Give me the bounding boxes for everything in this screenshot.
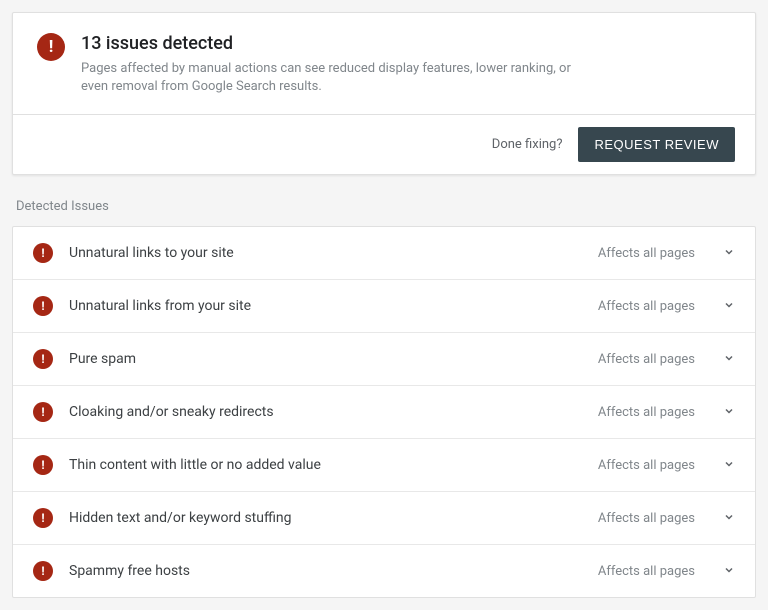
issue-scope: Affects all pages bbox=[598, 352, 695, 367]
issue-row[interactable]: ! Pure spam Affects all pages bbox=[13, 333, 755, 386]
issue-label: Pure spam bbox=[69, 351, 582, 367]
request-review-button[interactable]: REQUEST REVIEW bbox=[578, 127, 735, 162]
alert-title: 13 issues detected bbox=[81, 33, 731, 54]
chevron-down-icon bbox=[723, 511, 735, 526]
issue-scope: Affects all pages bbox=[598, 511, 695, 526]
chevron-down-icon bbox=[723, 246, 735, 261]
issue-label: Cloaking and/or sneaky redirects bbox=[69, 404, 582, 420]
error-icon: ! bbox=[33, 296, 53, 316]
error-icon: ! bbox=[33, 455, 53, 475]
issue-scope: Affects all pages bbox=[598, 246, 695, 261]
done-fixing-label: Done fixing? bbox=[492, 137, 563, 152]
alert-header: ! 13 issues detected Pages affected by m… bbox=[13, 13, 755, 115]
issue-label: Thin content with little or no added val… bbox=[69, 457, 582, 473]
issue-scope: Affects all pages bbox=[598, 458, 695, 473]
error-icon: ! bbox=[33, 561, 53, 581]
issue-row[interactable]: ! Unnatural links to your site Affects a… bbox=[13, 227, 755, 280]
chevron-down-icon bbox=[723, 299, 735, 314]
error-icon: ! bbox=[33, 508, 53, 528]
alert-card: ! 13 issues detected Pages affected by m… bbox=[12, 12, 756, 175]
alert-content: 13 issues detected Pages affected by man… bbox=[81, 33, 731, 96]
issue-row[interactable]: ! Thin content with little or no added v… bbox=[13, 439, 755, 492]
chevron-down-icon bbox=[723, 405, 735, 420]
issues-list: ! Unnatural links to your site Affects a… bbox=[12, 226, 756, 598]
alert-description: Pages affected by manual actions can see… bbox=[81, 60, 581, 96]
issue-row[interactable]: ! Hidden text and/or keyword stuffing Af… bbox=[13, 492, 755, 545]
issue-label: Unnatural links from your site bbox=[69, 298, 582, 314]
alert-actions: Done fixing? REQUEST REVIEW bbox=[13, 115, 755, 174]
alert-error-icon: ! bbox=[37, 33, 65, 61]
issue-label: Spammy free hosts bbox=[69, 563, 582, 579]
chevron-down-icon bbox=[723, 352, 735, 367]
error-icon: ! bbox=[33, 349, 53, 369]
issue-label: Hidden text and/or keyword stuffing bbox=[69, 510, 582, 526]
issue-row[interactable]: ! Unnatural links from your site Affects… bbox=[13, 280, 755, 333]
chevron-down-icon bbox=[723, 564, 735, 579]
error-icon: ! bbox=[33, 402, 53, 422]
issue-row[interactable]: ! Cloaking and/or sneaky redirects Affec… bbox=[13, 386, 755, 439]
issue-scope: Affects all pages bbox=[598, 299, 695, 314]
error-icon: ! bbox=[33, 243, 53, 263]
issue-scope: Affects all pages bbox=[598, 405, 695, 420]
issue-label: Unnatural links to your site bbox=[69, 245, 582, 261]
chevron-down-icon bbox=[723, 458, 735, 473]
detected-issues-label: Detected Issues bbox=[16, 199, 756, 214]
issue-scope: Affects all pages bbox=[598, 564, 695, 579]
issue-row[interactable]: ! Spammy free hosts Affects all pages bbox=[13, 545, 755, 597]
